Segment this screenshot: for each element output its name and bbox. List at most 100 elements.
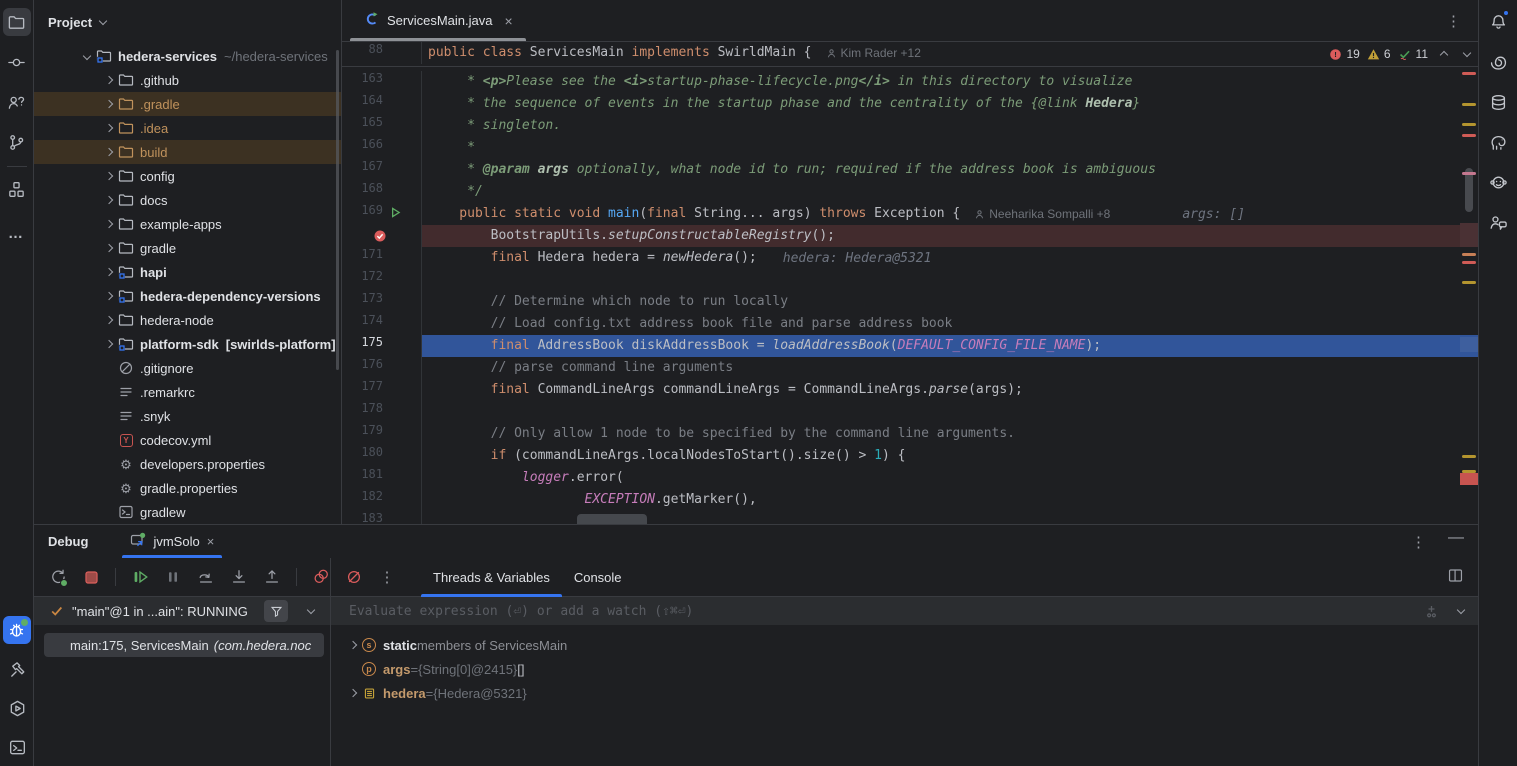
tree-chevron-icon[interactable] [105,316,113,324]
debugger-tab-console[interactable]: Console [562,558,634,597]
tree-item--gradle[interactable]: .gradle [34,92,341,116]
gutter[interactable]: 168 [342,181,422,203]
gutter[interactable]: 163 [342,71,422,93]
tree-item-hedera-node[interactable]: hedera-node [34,308,341,332]
layout-settings-icon[interactable] [1447,567,1464,587]
tree-chevron-icon[interactable] [105,340,113,348]
tree-item-gradle[interactable]: gradle [34,236,341,260]
code-text[interactable] [422,401,1478,423]
code-line-172[interactable]: 172 [342,269,1478,291]
more-tool-button[interactable]: … [3,219,31,247]
step-out-button[interactable] [260,565,284,589]
close-session-icon[interactable]: × [207,534,215,549]
tree-item--github[interactable]: .github [34,68,341,92]
tab-servicesmain-java[interactable]: ServicesMain.java × [350,0,526,41]
gutter[interactable]: 176 [342,357,422,379]
commit-tool-button[interactable] [3,48,31,76]
pause-button[interactable] [161,565,185,589]
gutter[interactable]: 88 [342,42,422,64]
resume-button[interactable] [128,565,152,589]
close-tab-icon[interactable]: × [505,13,513,29]
run-main-icon[interactable] [389,206,402,222]
author-annotation[interactable]: Neeharika Sompalli +8 [974,207,1110,221]
gutter[interactable] [342,225,422,247]
build-tool-button[interactable] [3,655,31,683]
code-line-171[interactable]: 171 final Hedera hedera = newHedera();he… [342,247,1478,269]
code-text[interactable]: */ [422,181,1478,203]
tree-chevron-icon[interactable] [105,100,113,108]
stripe-mark[interactable] [1462,72,1476,75]
variable-row-args[interactable]: pargs = {String[0]@2415} [] [331,657,1478,681]
variable-row-static[interactable]: sstatic members of ServicesMain [331,633,1478,657]
inspections-widget[interactable]: !19611 [1329,42,1470,66]
stripe-mark[interactable] [1462,281,1476,284]
tree-item-gradle-properties[interactable]: ⚙gradle.properties [34,476,341,500]
pull-requests-tool-button[interactable] [3,88,31,116]
code-text[interactable]: * the sequence of events in the startup … [422,93,1478,115]
gutter[interactable]: 180 [342,445,422,467]
code-line-177[interactable]: 177 final CommandLineArgs commandLineArg… [342,379,1478,401]
tree-item-example-apps[interactable]: example-apps [34,212,341,236]
project-header[interactable]: Project [34,0,341,44]
code-line-164[interactable]: 164 * the sequence of events in the star… [342,93,1478,115]
tree-item-hapi[interactable]: hapi [34,260,341,284]
stripe-mark[interactable] [1462,134,1476,137]
code-line-175[interactable]: 175 final AddressBook diskAddressBook = … [342,335,1478,357]
thread-selector[interactable]: "main"@1 in ...ain": RUNNING [34,597,330,625]
code-text[interactable]: final AddressBook diskAddressBook = load… [422,335,1478,357]
stripe-mark[interactable] [1462,253,1476,256]
code-line-163[interactable]: 163 * <p>Please see the <i>startup-phase… [342,71,1478,93]
code-text[interactable]: * @param args optionally, what node id t… [422,159,1478,181]
stack-frame-row[interactable]: main:175, ServicesMain(com.hedera.noc [44,633,324,657]
stripe-mark[interactable] [1462,470,1476,473]
code-text[interactable]: final Hedera hedera = newHedera();hedera… [422,247,1478,269]
gutter[interactable]: 169 [342,203,422,225]
tree-chevron-icon[interactable] [105,196,113,204]
author-annotation[interactable]: Kim Rader +12 [826,46,921,60]
code-line-176[interactable]: 176 // parse command line arguments [342,357,1478,379]
code-line-169[interactable]: 169 public static void main(final String… [342,203,1478,225]
notifications-tool-button[interactable] [1484,8,1512,36]
code-line-174[interactable]: 174 // Load config.txt address book file… [342,313,1478,335]
code-line-88[interactable]: 88public class ServicesMain implements S… [342,42,921,64]
code-text[interactable]: if (commandLineArgs.localNodesToStart().… [422,445,1478,467]
tree-item-docs[interactable]: docs [34,188,341,212]
code-text[interactable]: EXCEPTION.getMarker(), [422,489,1478,511]
code-text[interactable]: public class ServicesMain implements Swi… [422,42,921,64]
gutter[interactable]: 181 [342,467,422,489]
breakpoint-icon[interactable] [373,229,387,246]
code-line-167[interactable]: 167 * @param args optionally, what node … [342,159,1478,181]
code-text[interactable]: // parse command line arguments [422,357,1478,379]
terminal-tool-button[interactable] [3,733,31,761]
tree-chevron-icon[interactable] [105,292,113,300]
editor-options-kebab-icon[interactable]: ⋮ [1446,12,1462,30]
code-with-me-tool-button[interactable] [1484,208,1512,236]
services-tool-button[interactable] [3,694,31,722]
code-text[interactable]: public static void main(final String... … [422,203,1478,225]
gutter[interactable]: 182 [342,489,422,511]
stripe-mark[interactable] [1462,123,1476,126]
code-text[interactable]: // Load config.txt address book file and… [422,313,1478,335]
tree-chevron-icon[interactable] [83,52,91,60]
rerun-debug-button[interactable] [46,565,70,589]
gutter[interactable]: 165 [342,115,422,137]
debug-tool-button[interactable] [3,616,31,644]
code-line-179[interactable]: 179 // Only allow 1 node to be specified… [342,423,1478,445]
code-text[interactable]: // Only allow 1 node to be specified by … [422,423,1478,445]
tree-item--idea[interactable]: .idea [34,116,341,140]
passed-count[interactable]: 11 [1398,47,1428,61]
gutter[interactable]: 178 [342,401,422,423]
thread-dropdown-chevron-icon[interactable] [307,606,315,614]
expand-chevron-icon[interactable] [349,641,357,649]
tree-chevron-icon[interactable] [105,268,113,276]
filter-frames-button[interactable] [264,600,288,622]
code-line-178[interactable]: 178 [342,401,1478,423]
gutter[interactable]: 177 [342,379,422,401]
database-tool-button[interactable] [1484,88,1512,116]
gutter[interactable]: 171 [342,247,422,269]
code-text[interactable]: * <p>Please see the <i>startup-phase-lif… [422,71,1478,93]
tree-item-build[interactable]: build [34,140,341,164]
tree-chevron-icon[interactable] [105,220,113,228]
tree-chevron-icon[interactable] [105,148,113,156]
gutter[interactable]: 173 [342,291,422,313]
